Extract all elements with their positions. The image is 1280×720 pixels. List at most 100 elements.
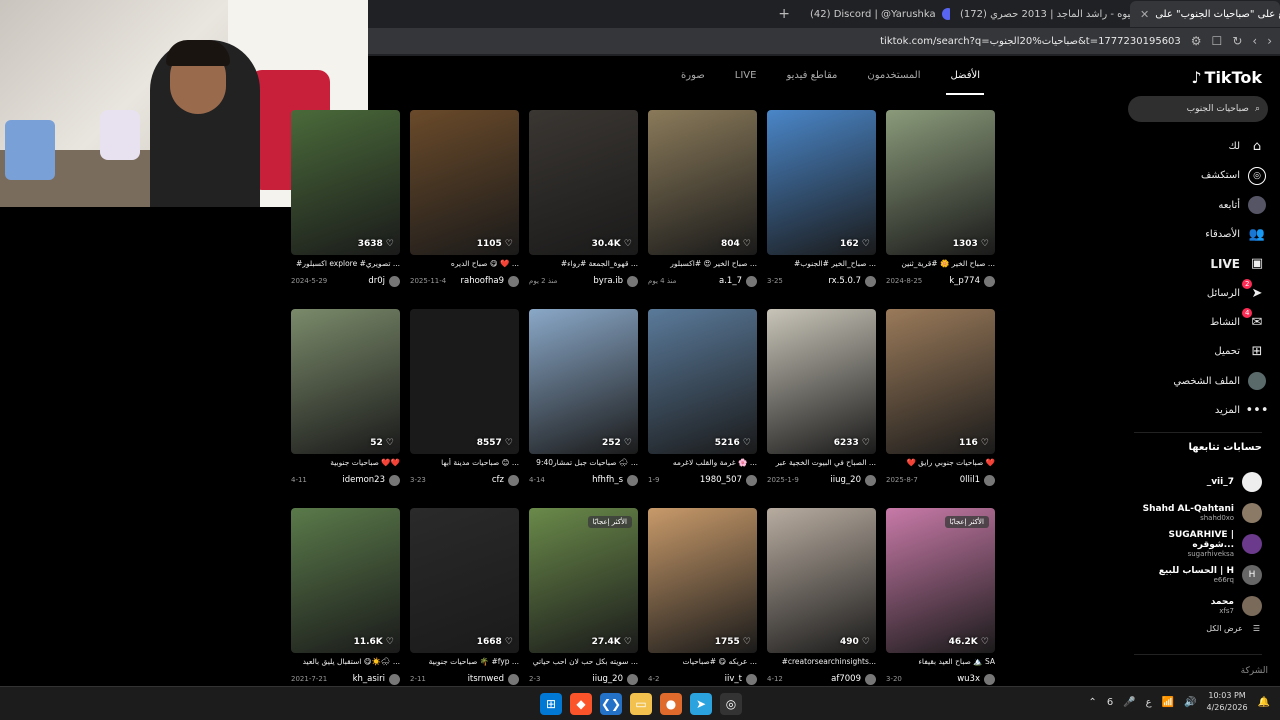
tab-4[interactable]: صورة: [681, 70, 705, 92]
vscode-icon[interactable]: ❮❯: [600, 693, 622, 715]
video-card[interactable]: 3638 ♡ #اكسبلور explore #تصويري ... 2024-5…: [291, 110, 400, 288]
video-thumbnail[interactable]: 252 ♡: [529, 309, 638, 454]
video-card[interactable]: 30.4K ♡ #قهوة_الجمعة #رواء ... منذ 2 يوم by…: [529, 110, 638, 288]
following-item[interactable]: SUGARHIVE | شوقره... sugarhiveksa: [1127, 528, 1262, 559]
video-card[interactable]: 1755 ♡ عريكه 😋 #صباحيات ... 4-2 iiv_t: [648, 508, 757, 686]
video-card[interactable]: 8557 ♡ صباحيات مدينة أبها 😊 ... 3-23 cfz: [410, 309, 519, 487]
video-card[interactable]: 52 ♡ صباحيات جنوبية ❤️❤️ 4-11 idemon23: [291, 309, 400, 487]
video-caption[interactable]: صباحيات جنوبية ❤️❤️: [291, 458, 400, 470]
tab-1[interactable]: المستخدمون: [867, 70, 920, 92]
video-author[interactable]: byra.ib: [593, 275, 638, 287]
video-author[interactable]: af7009: [831, 673, 876, 685]
following-item[interactable]: Shahd AL-Qahtani shahd0xo: [1127, 497, 1262, 528]
video-caption[interactable]: سويته بكل حب لان احب حياتي ...: [529, 657, 638, 669]
video-thumbnail[interactable]: الأكثر إعجابًا 27.4K ♡: [529, 508, 638, 653]
back-icon[interactable]: ‹: [1252, 34, 1257, 48]
file-explorer-icon[interactable]: ▭: [630, 693, 652, 715]
video-thumbnail[interactable]: 1755 ♡: [648, 508, 757, 653]
browser-tab-discord[interactable]: (42) Discord | @Yarushka: [800, 1, 950, 27]
sidebar-item-home[interactable]: لك ⌂: [1146, 132, 1266, 161]
site-settings-icon[interactable]: ⚙: [1191, 34, 1202, 48]
video-card[interactable]: 1303 ♡ صباح الخير 🌼 #قرية_ثنين ... 2024-8-…: [886, 110, 995, 288]
sidebar-item-friends[interactable]: الأصدقاء 👥: [1146, 220, 1266, 249]
video-caption[interactable]: غرمة والقلب لاغرمه 🌸 ...: [648, 458, 757, 470]
video-card[interactable]: الأكثر إعجابًا 27.4K ♡ سويته بكل حب لان اح…: [529, 508, 638, 686]
video-card[interactable]: 11.6K ♡ استقبال يليق بالعيد 😋☀️🌧 ... 2021-…: [291, 508, 400, 686]
url-text[interactable]: tiktok.com/search?q=صباحيات%20الجنوب&t=1…: [880, 36, 1181, 47]
video-author[interactable]: idemon23: [342, 474, 400, 486]
video-caption[interactable]: صباح الخير 😍 #اكسبلور ...: [648, 259, 757, 271]
browser-tab-tiktok[interactable]: ✕ اطلع على "صباحيات الجنوب" على: [1130, 1, 1280, 27]
sidebar-item-compass[interactable]: استكشف ◎: [1146, 161, 1266, 190]
video-thumbnail[interactable]: 11.6K ♡: [291, 508, 400, 653]
video-caption[interactable]: صباح العيد بقيفاء 🏔️ SA: [886, 657, 995, 669]
video-thumbnail[interactable]: 6233 ♡: [767, 309, 876, 454]
video-caption[interactable]: صباحيات جنوبية 🌴 #fyp ...: [410, 657, 519, 669]
wifi-icon[interactable]: 📶: [1162, 697, 1174, 708]
video-author[interactable]: 0llil1: [960, 474, 995, 486]
video-caption[interactable]: الصباح في البيوت الخجية عبر ...: [767, 458, 876, 470]
video-card[interactable]: الأكثر إعجابًا 46.2K ♡ صباح العيد بقيفاء 🏔…: [886, 508, 995, 686]
video-thumbnail[interactable]: 162 ♡: [767, 110, 876, 255]
company-link[interactable]: الشركة: [1241, 666, 1268, 676]
video-thumbnail[interactable]: 1105 ♡: [410, 110, 519, 255]
browser-tab-youtube[interactable]: (172) غيوه - راشد الماجد | 2013 حصري: [950, 1, 1130, 27]
video-caption[interactable]: استقبال يليق بالعيد 😋☀️🌧 ...: [291, 657, 400, 669]
video-thumbnail[interactable]: 1668 ♡: [410, 508, 519, 653]
brave-icon[interactable]: ◆: [570, 693, 592, 715]
video-author[interactable]: dr0j: [368, 275, 400, 287]
sidebar-item-message[interactable]: النشاط ✉ 4: [1146, 308, 1266, 337]
tray-number[interactable]: 6: [1107, 697, 1113, 708]
video-card[interactable]: 1668 ♡ صباحيات جنوبية 🌴 #fyp ... 2-11 itsrn…: [410, 508, 519, 686]
sidebar-item-upload[interactable]: تحميل ⊞: [1146, 337, 1266, 366]
video-caption[interactable]: ❤️ صباحيات جنوبي رايق ❤️: [886, 458, 995, 470]
app-icon[interactable]: ◎: [720, 693, 742, 715]
sidebar-item-send[interactable]: الرسائل ➤ 2: [1146, 278, 1266, 307]
video-thumbnail[interactable]: 804 ♡: [648, 110, 757, 255]
video-card[interactable]: 5216 ♡ غرمة والقلب لاغرمه 🌸 ... 1-9 1980_50…: [648, 309, 757, 487]
chevron-up-icon[interactable]: ⌃: [1088, 697, 1096, 708]
telegram-icon[interactable]: ➤: [690, 693, 712, 715]
sidebar-item-profile[interactable]: الملف الشخصي: [1146, 366, 1266, 395]
video-caption[interactable]: #اكسبلور explore #تصويري ...: [291, 259, 400, 271]
new-tab-button[interactable]: +: [768, 6, 800, 22]
video-card[interactable]: 490 ♡ #creatorsearchinsights... 4-12 af7009: [767, 508, 876, 686]
video-author[interactable]: rahoofha9: [461, 275, 519, 287]
video-card[interactable]: 116 ♡ ❤️ صباحيات جنوبي رايق ❤️ 2025-8-7 0ll…: [886, 309, 995, 487]
mic-icon[interactable]: 🎤: [1123, 697, 1135, 708]
video-thumbnail[interactable]: 3638 ♡: [291, 110, 400, 255]
video-caption[interactable]: صباح الديره 😋 ❤️ ...: [410, 259, 519, 271]
video-caption[interactable]: #صباح_الخير #الجنوب ...: [767, 259, 876, 271]
video-author[interactable]: a.1_7: [719, 275, 757, 287]
reload-icon[interactable]: ↻: [1232, 34, 1242, 48]
video-thumbnail[interactable]: 8557 ♡: [410, 309, 519, 454]
video-card[interactable]: 804 ♡ صباح الخير 😍 #اكسبلور ... منذ 4 يوم a…: [648, 110, 757, 288]
video-author[interactable]: k_p774: [949, 275, 995, 287]
video-caption[interactable]: صباحيات جبل تمشار9:40 🌧 ...: [529, 458, 638, 470]
search-icon[interactable]: ⌕: [1255, 104, 1260, 114]
bookmark-icon[interactable]: ☐: [1212, 34, 1223, 48]
video-author[interactable]: hfhfh_s: [592, 474, 638, 486]
sidebar-item-live[interactable]: LIVE ▣: [1146, 249, 1266, 278]
video-thumbnail[interactable]: 1303 ♡: [886, 110, 995, 255]
see-all-link[interactable]: عرض الكل ☰: [1206, 624, 1260, 633]
video-card[interactable]: 1105 ♡ صباح الديره 😋 ❤️ ... 2025-11-4 rahoo…: [410, 110, 519, 288]
video-author[interactable]: wu3x: [957, 673, 995, 685]
tiktok-logo[interactable]: ♪ TikTok: [1191, 68, 1262, 87]
video-card[interactable]: 162 ♡ #صباح_الخير #الجنوب ... 3-25 rx.5.0.7: [767, 110, 876, 288]
video-thumbnail[interactable]: الأكثر إعجابًا 46.2K ♡: [886, 508, 995, 653]
windows-start-icon[interactable]: ⊞: [540, 693, 562, 715]
video-author[interactable]: 1980_507: [700, 474, 757, 486]
video-caption[interactable]: عريكه 😋 #صباحيات ...: [648, 657, 757, 669]
search-text[interactable]: صباحيات الجنوب: [1187, 104, 1249, 114]
video-thumbnail[interactable]: 490 ♡: [767, 508, 876, 653]
video-caption[interactable]: #قهوة_الجمعة #رواء ...: [529, 259, 638, 271]
following-item[interactable]: _vii_7: [1127, 466, 1262, 497]
close-tab-icon[interactable]: ✕: [1140, 8, 1149, 21]
video-author[interactable]: itsrnwed: [468, 673, 519, 685]
language-indicator[interactable]: ع: [1146, 697, 1152, 708]
tab-2[interactable]: مقاطع فيديو: [786, 70, 837, 92]
address-bar[interactable]: tiktok.com/search?q=صباحيات%20الجنوب&t=1…: [368, 28, 1280, 54]
video-author[interactable]: iiug_20: [830, 474, 876, 486]
video-caption[interactable]: صباحيات مدينة أبها 😊 ...: [410, 458, 519, 470]
